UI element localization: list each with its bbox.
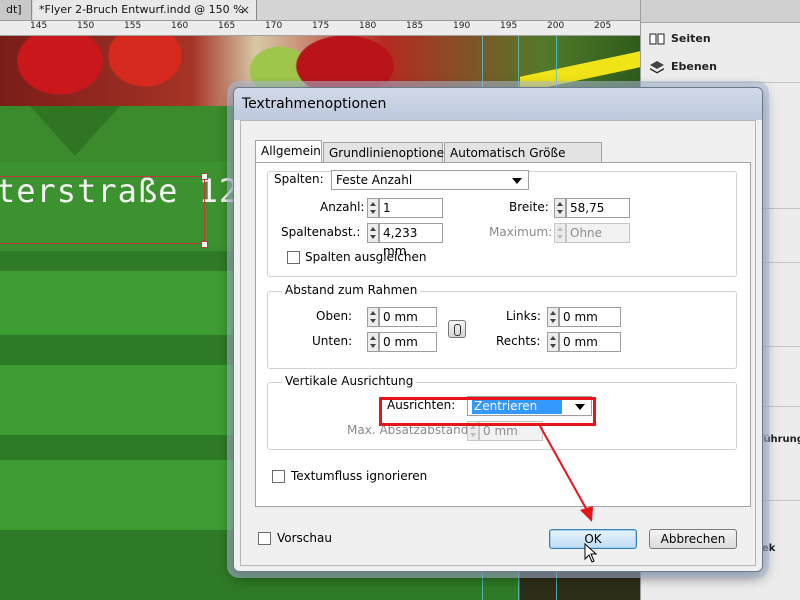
ruler-number: 185 [406,21,424,31]
inset-bottom-label: Unten: [312,334,353,348]
panel-item-label: Ebenen [671,60,717,73]
ruler-number: 180 [359,21,377,31]
inset-left-input[interactable]: 0 mm [559,307,621,327]
preview-checkbox[interactable] [258,532,271,545]
panel-separator [641,82,800,83]
inset-top-stepper[interactable] [367,307,379,327]
frame-handle[interactable] [201,241,208,248]
width-label: Breite: [509,200,549,214]
panel-item-label: Seiten [671,32,711,45]
inset-bottom-stepper[interactable] [367,332,379,352]
frame-handle[interactable] [201,173,208,180]
ruler-number: 200 [547,21,565,31]
ruler-number: 145 [30,21,48,31]
document-tab-label: dt] [6,3,22,16]
balance-columns-label[interactable]: Spalten ausgleichen [305,250,427,264]
link-values-button[interactable] [448,320,466,338]
inset-legend: Abstand zum Rahmen [282,283,421,297]
chevron-shape [30,106,120,156]
inset-top-label: Oben: [316,309,353,323]
document-tab-previous[interactable]: dt] [0,0,32,20]
pages-icon [649,33,665,45]
panel-label-partial[interactable]: führung [759,434,800,445]
panel-label-partial[interactable]: ek [762,543,775,554]
dialog-body: Allgemein Grundlinienoptionen Automatisc… [240,120,756,566]
mouse-cursor-icon [584,543,598,563]
ruler-number: 160 [171,21,189,31]
inset-right-label: Rechts: [496,334,541,348]
tab-automatisch-groesse[interactable]: Automatisch Größe ändern [444,142,602,180]
document-tab-label: *Flyer 2-Bruch Entwurf.indd @ 150 % [39,3,244,16]
balance-columns-checkbox[interactable] [287,251,300,264]
ruler-number: 165 [218,21,236,31]
ruler-number: 155 [124,21,142,31]
tab-allgemein[interactable]: Allgemein [255,140,322,162]
inset-group [267,291,737,369]
inset-right-input[interactable]: 0 mm [559,332,621,352]
inset-left-stepper[interactable] [547,307,559,327]
max-stepper [554,223,566,243]
columns-label: Spalten: [274,172,324,186]
tab-grundlinienoptionen[interactable]: Grundlinienoptionen [323,142,452,162]
chevron-down-icon [512,178,522,184]
panel-item-pages[interactable]: Seiten [649,27,711,51]
width-input[interactable]: 58,75 mm [566,198,630,233]
dialog-title: Textrahmenoptionen [242,96,387,112]
inset-top-input[interactable]: 0 mm [379,307,437,327]
dialog-titlebar[interactable]: Textrahmenoptionen [234,88,762,120]
gutter-input[interactable]: 4,233 mm [379,223,443,258]
panel-header-strip [641,0,800,23]
document-tab-flyer[interactable]: *Flyer 2-Bruch Entwurf.indd @ 150 % × [33,0,257,20]
columns-mode-value: Feste Anzahl [336,173,413,187]
layers-icon [650,61,664,74]
document-tab-bar: dt] *Flyer 2-Bruch Entwurf.indd @ 150 % … [0,0,640,21]
max-label: Maximum: [489,225,553,239]
horizontal-ruler[interactable]: 145 150 155 160 165 170 175 180 185 190 … [0,21,640,36]
ignore-text-wrap-checkbox[interactable] [272,470,285,483]
vertical-legend: Vertikale Ausrichtung [282,374,417,388]
ruler-number: 205 [594,21,612,31]
selected-text-frame[interactable] [0,176,205,244]
ruler-number: 190 [453,21,471,31]
ignore-text-wrap-label[interactable]: Textumfluss ignorieren [291,469,427,483]
ruler-number: 150 [77,21,95,31]
preview-label[interactable]: Vorschau [277,531,332,545]
gutter-label: Spaltenabst.: [281,225,361,239]
ruler-number: 195 [500,21,518,31]
inset-bottom-input[interactable]: 0 mm [379,332,437,352]
max-input: Ohne [566,223,630,243]
text-frame-options-dialog: Textrahmenoptionen Allgemein Grundlinien… [233,87,763,572]
close-icon[interactable]: × [240,0,250,20]
count-input[interactable]: 1 [379,198,443,218]
ruler-number: 175 [312,21,330,31]
tab-panel-allgemein: Spalten: Feste Anzahl Anzahl: 1 Spaltena… [255,162,751,507]
width-stepper[interactable] [554,198,566,218]
gutter-stepper[interactable] [367,223,379,243]
columns-mode-select[interactable]: Feste Anzahl [331,170,529,190]
inset-right-stepper[interactable] [547,332,559,352]
highlight-annotation-box [379,397,596,426]
panel-item-layers[interactable]: Ebenen [649,55,717,79]
count-label: Anzahl: [320,200,365,214]
inset-left-label: Links: [506,309,541,323]
chain-link-icon [454,324,461,336]
cancel-button[interactable]: Abbrechen [649,529,737,549]
count-stepper[interactable] [367,198,379,218]
ruler-number: 170 [265,21,283,31]
